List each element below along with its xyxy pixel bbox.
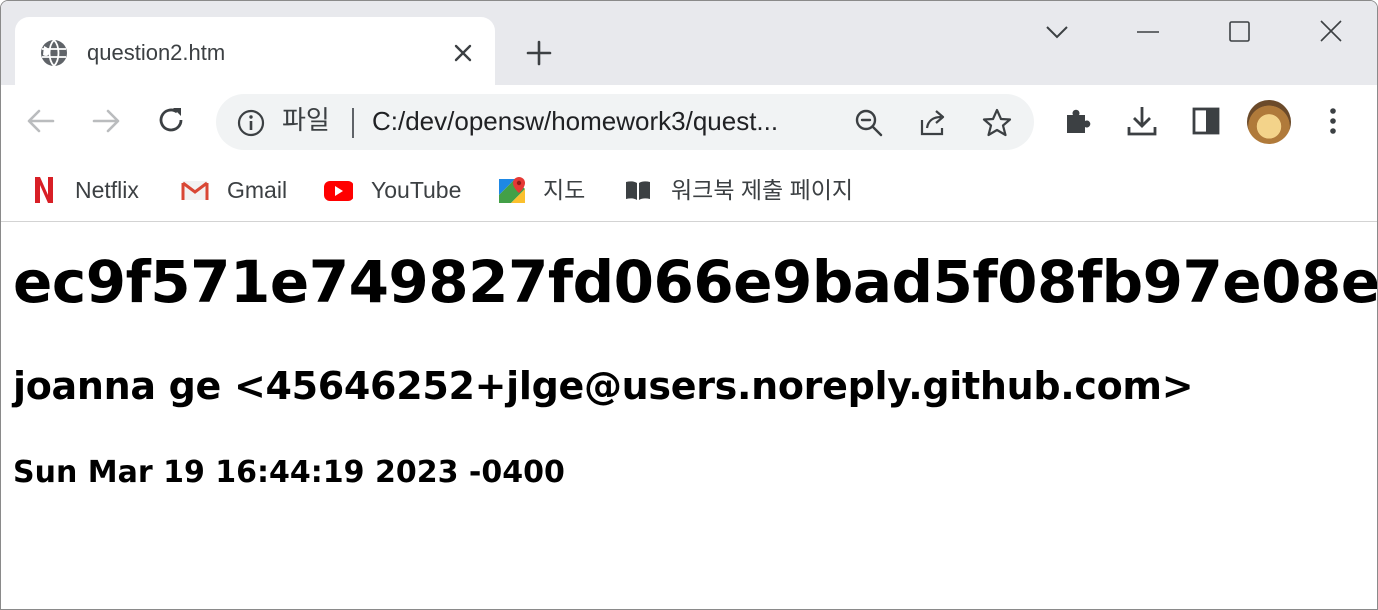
more-menu-icon[interactable] — [1315, 103, 1351, 139]
date-heading: Sun Mar 19 16:44:19 2023 -0400 — [13, 455, 565, 490]
minimize-icon[interactable] — [1131, 15, 1165, 49]
bookmark-youtube[interactable]: YouTube — [323, 169, 465, 209]
extensions-icon[interactable] — [1060, 103, 1096, 139]
browser-window: question2.htm 파일 C:/dev/opensw/homework3… — [0, 0, 1378, 610]
bookmark-label: 워크북 제출 페이지 — [671, 177, 854, 203]
bookmark-label: YouTube — [371, 177, 462, 203]
close-icon[interactable] — [1314, 15, 1348, 49]
forward-icon[interactable] — [88, 103, 124, 139]
download-icon[interactable] — [1124, 103, 1160, 139]
page-content: ec9f571e749827fd066e9bad5f08fb97e08e05ae… — [13, 223, 1377, 609]
book-icon — [626, 181, 650, 200]
profile-avatar[interactable] — [1247, 100, 1291, 144]
tab-strip: question2.htm — [1, 1, 1377, 87]
side-panel-icon[interactable] — [1188, 103, 1224, 139]
toolbar: 파일 C:/dev/opensw/homework3/quest... — [1, 85, 1377, 159]
zoom-icon[interactable] — [852, 106, 886, 140]
bookmark-maps[interactable]: 지도 — [497, 169, 593, 209]
reload-icon[interactable] — [153, 103, 189, 139]
star-icon[interactable] — [980, 106, 1014, 140]
commit-hash-heading: ec9f571e749827fd066e9bad5f08fb97e08e05ae — [13, 248, 1378, 316]
back-icon[interactable] — [23, 103, 59, 139]
bookmark-workbook[interactable]: 워크북 제출 페이지 — [623, 169, 883, 209]
close-tab-icon[interactable] — [451, 41, 475, 65]
maps-icon — [499, 177, 525, 203]
info-icon[interactable] — [236, 108, 266, 138]
new-tab-button[interactable] — [525, 39, 553, 67]
bookmark-label: Gmail — [227, 177, 288, 203]
bookmark-gmail[interactable]: Gmail — [180, 169, 292, 209]
maximize-icon[interactable] — [1222, 15, 1256, 49]
share-icon[interactable] — [916, 106, 950, 140]
gmail-icon — [181, 181, 209, 200]
address-bar[interactable]: 파일 C:/dev/opensw/homework3/quest... — [216, 94, 1034, 150]
bookmarks-bar: Netflix Gmail YouTube 지도 워크북 제출 페이지 — [1, 159, 1377, 222]
bookmark-label: Netflix — [75, 177, 139, 203]
bookmark-label: 지도 — [543, 177, 586, 203]
chevron-down-icon[interactable] — [1040, 15, 1074, 49]
author-heading: joanna ge <45646252+jlge@users.noreply.g… — [13, 364, 1194, 408]
globe-icon — [41, 39, 67, 67]
youtube-icon — [324, 181, 353, 201]
bookmark-netflix[interactable]: Netflix — [29, 169, 151, 209]
scheme-label: 파일 — [282, 106, 330, 136]
tab-title: question2.htm — [87, 40, 226, 65]
omnibox-separator — [352, 108, 354, 138]
active-tab[interactable]: question2.htm — [15, 17, 495, 87]
netflix-icon — [35, 177, 53, 203]
url-text[interactable]: C:/dev/opensw/homework3/quest... — [372, 104, 832, 138]
